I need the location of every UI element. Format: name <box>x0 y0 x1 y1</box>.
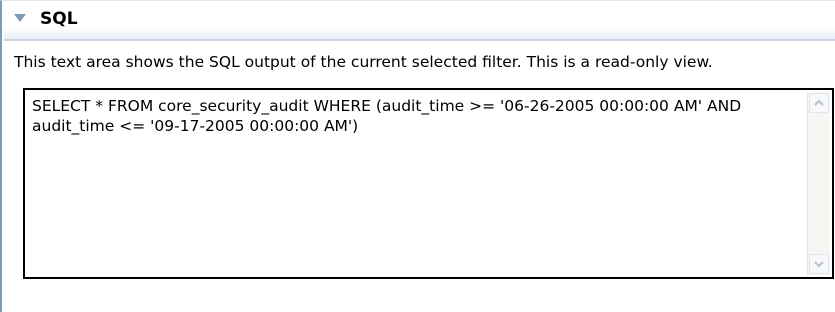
scroll-up-button[interactable] <box>809 93 829 113</box>
sql-output-textarea[interactable]: SELECT * FROM core_security_audit WHERE … <box>23 88 834 279</box>
section-header[interactable]: SQL <box>4 1 835 41</box>
sql-output-text: SELECT * FROM core_security_audit WHERE … <box>32 97 747 135</box>
arrow-down-icon <box>814 261 824 268</box>
chevron-down-icon[interactable] <box>14 14 26 22</box>
section-title: SQL <box>40 9 78 29</box>
sql-section-panel: SQL This text area shows the SQL output … <box>0 0 835 312</box>
vertical-scrollbar[interactable] <box>807 92 830 275</box>
section-description: This text area shows the SQL output of t… <box>14 53 713 71</box>
scroll-down-button[interactable] <box>809 254 829 274</box>
arrow-up-icon <box>814 99 824 106</box>
